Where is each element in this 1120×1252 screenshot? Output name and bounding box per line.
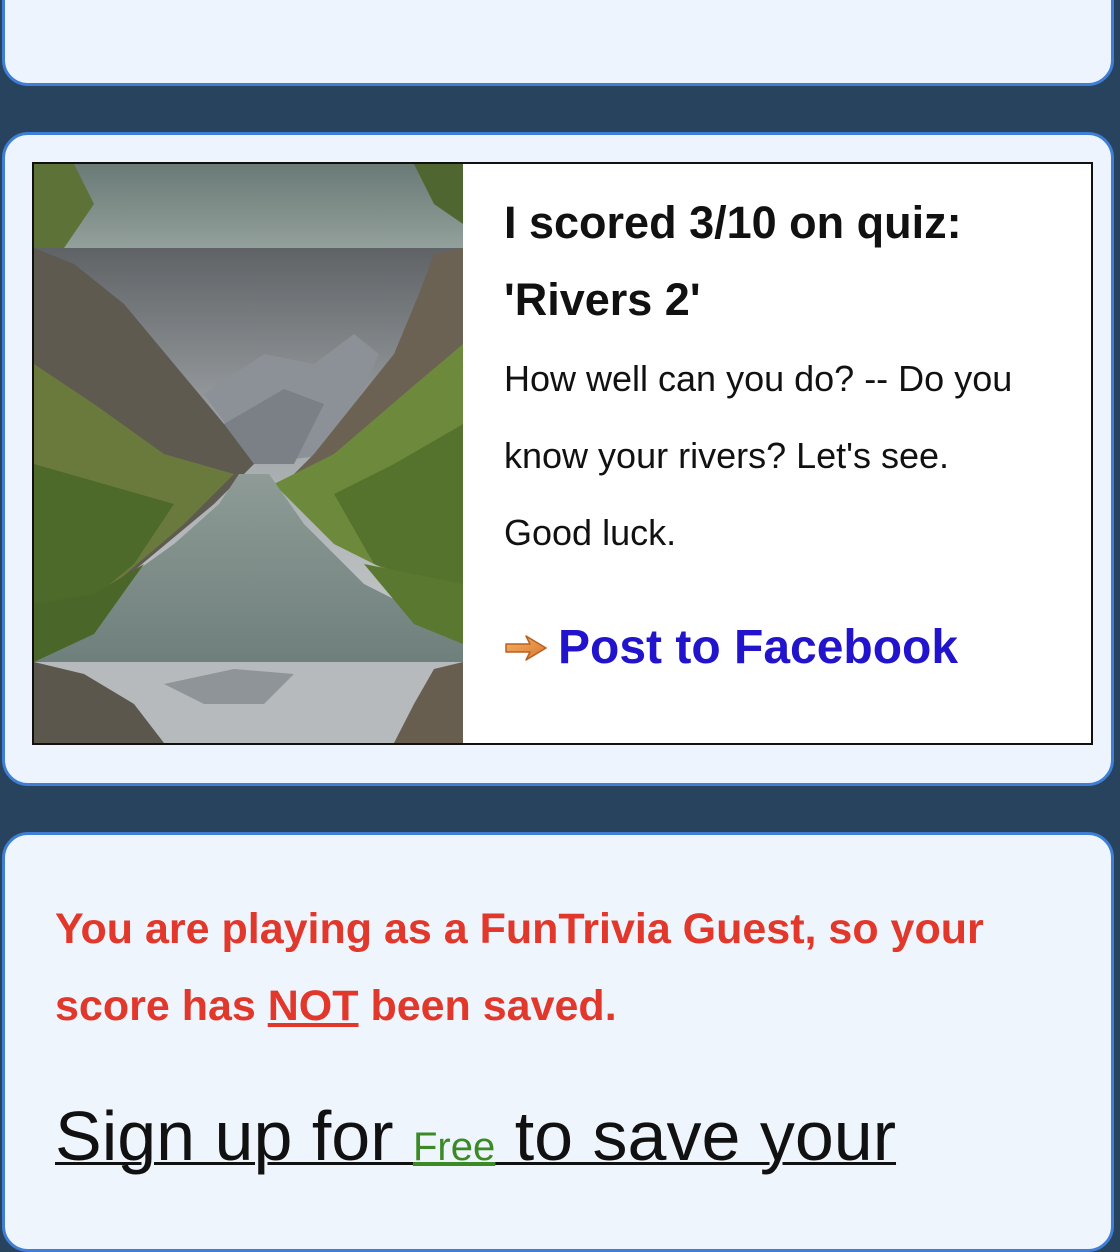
guest-score-warning: You are playing as a FunTrivia Guest, so… — [55, 891, 1055, 1045]
share-description: How well can you do? -- Do you know your… — [504, 358, 1013, 553]
signup-suffix: to save your — [495, 1097, 897, 1175]
share-title-line-2: 'Rivers 2' — [504, 274, 701, 325]
signup-free-label: Free — [413, 1125, 496, 1169]
post-to-facebook-label: Post to Facebook — [558, 621, 959, 674]
share-title-line-1: I scored 3/10 on quiz: — [504, 197, 962, 248]
post-to-facebook-link[interactable]: Post to Facebook — [504, 620, 958, 675]
share-score-panel: I scored 3/10 on quiz: 'Rivers 2' How wel… — [2, 132, 1114, 786]
signup-link[interactable]: Sign up for Free to save your — [55, 1091, 1120, 1192]
share-text-block: I scored 3/10 on quiz: 'Rivers 2' How wel… — [504, 184, 1074, 571]
signup-prefix: Sign up for — [55, 1097, 413, 1175]
arrow-right-icon — [505, 634, 547, 661]
quiz-image — [34, 164, 463, 743]
warning-text-end: been saved. — [358, 982, 617, 1030]
warning-not-emphasis: NOT — [267, 982, 359, 1030]
share-card: I scored 3/10 on quiz: 'Rivers 2' How wel… — [32, 162, 1093, 745]
previous-panel — [2, 0, 1114, 86]
guest-notice-panel: You are playing as a FunTrivia Guest, so… — [2, 832, 1114, 1252]
share-title: I scored 3/10 on quiz: 'Rivers 2' — [504, 184, 1074, 338]
